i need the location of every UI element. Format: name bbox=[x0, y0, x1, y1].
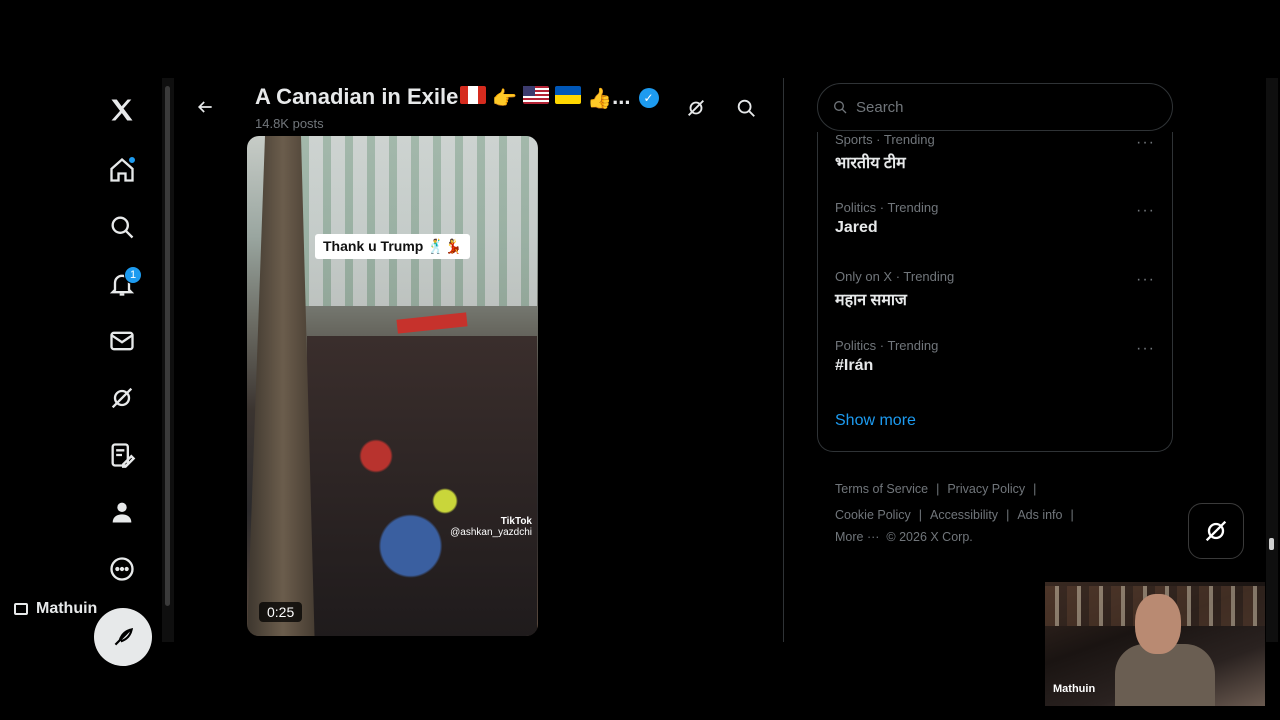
notifications-bell-icon[interactable]: 1 bbox=[94, 262, 150, 306]
usa-flag-icon bbox=[523, 85, 550, 104]
canada-flag-icon bbox=[460, 85, 487, 104]
trends-panel: Sports · Trending भारतीय टीम ··· Politic… bbox=[817, 132, 1173, 452]
grok-icon[interactable] bbox=[94, 376, 150, 420]
x-logo-icon[interactable] bbox=[94, 88, 150, 132]
trend-name: Jared bbox=[835, 219, 878, 236]
search-input[interactable] bbox=[856, 98, 1156, 116]
grok-icon bbox=[1205, 520, 1227, 542]
main-column: A Canadian in Exile 👉 👍... ✓ 14.8K posts Th… bbox=[174, 78, 784, 642]
show-more-link[interactable]: Show more bbox=[835, 412, 916, 430]
home-unread-dot bbox=[128, 156, 136, 164]
trend-item[interactable]: Only on X · Trending महान समाज ··· bbox=[835, 269, 1155, 329]
grok-icon bbox=[688, 100, 704, 116]
thumbs-up-icon: 👍 bbox=[587, 87, 613, 110]
video-duration: 0:25 bbox=[259, 602, 303, 622]
compose-post-button[interactable] bbox=[94, 608, 152, 666]
account-name: Mathuin bbox=[36, 600, 98, 617]
right-scrollbar[interactable] bbox=[1266, 78, 1278, 642]
accessibility-link[interactable]: Accessibility bbox=[930, 508, 998, 522]
lists-icon[interactable] bbox=[94, 433, 150, 477]
more-link[interactable]: More ··· bbox=[835, 530, 879, 544]
grok-floating-button[interactable] bbox=[1188, 503, 1244, 559]
trend-meta: Sports · Trending bbox=[835, 132, 935, 147]
video-caption: Thank u Trump 🕺💃 bbox=[315, 234, 471, 259]
trend-name: भारतीय टीम bbox=[835, 155, 906, 172]
back-button[interactable] bbox=[188, 90, 222, 124]
video-flag bbox=[396, 312, 468, 334]
messages-mail-icon[interactable] bbox=[94, 319, 150, 363]
profile-search-button[interactable] bbox=[730, 92, 762, 124]
trend-item[interactable]: Politics · Trending Jared ··· bbox=[835, 200, 1155, 260]
account-switcher[interactable]: Mathuin bbox=[14, 600, 97, 618]
webcam-person-head bbox=[1135, 594, 1181, 654]
more-dots-icon[interactable]: ··· bbox=[1136, 271, 1155, 289]
more-dots-icon[interactable]: ··· bbox=[1136, 202, 1155, 220]
pointing-hand-icon: 👉 bbox=[492, 87, 518, 110]
terms-link[interactable]: Terms of Service bbox=[835, 482, 928, 496]
webcam-person-body bbox=[1115, 644, 1215, 706]
grok-button[interactable] bbox=[680, 92, 712, 124]
profile-header: A Canadian in Exile 👉 👍... ✓ 14.8K posts bbox=[174, 78, 783, 136]
cookie-link[interactable]: Cookie Policy bbox=[835, 508, 911, 522]
more-options-icon[interactable] bbox=[94, 547, 150, 591]
post-count: 14.8K posts bbox=[255, 116, 324, 131]
ads-info-link[interactable]: Ads info bbox=[1017, 508, 1062, 522]
footer-links: Terms of Service | Privacy Policy | Cookie … bbox=[835, 482, 1074, 544]
webcam-label: Mathuin bbox=[1053, 683, 1096, 695]
page-title: A Canadian in Exile 👉 👍... ✓ bbox=[255, 84, 659, 111]
search-box[interactable] bbox=[817, 83, 1173, 131]
trend-name: #Irán bbox=[835, 357, 874, 374]
video-building bbox=[287, 136, 537, 306]
search-icon bbox=[834, 101, 847, 114]
more-dots-icon[interactable]: ··· bbox=[1136, 134, 1155, 152]
video-crowd bbox=[307, 336, 537, 636]
privacy-link[interactable]: Privacy Policy bbox=[947, 482, 1025, 496]
notifications-badge: 1 bbox=[124, 266, 142, 284]
webcam-overlay: Mathuin bbox=[1045, 582, 1265, 706]
ukraine-flag-icon bbox=[555, 85, 582, 104]
profile-name: A Canadian in Exile bbox=[255, 84, 459, 109]
trend-meta: Politics · Trending bbox=[835, 338, 939, 353]
home-icon[interactable] bbox=[94, 148, 150, 192]
copyright: © 2026 X Corp. bbox=[886, 530, 973, 544]
title-ellipsis: ... bbox=[612, 84, 631, 109]
trend-meta: Politics · Trending bbox=[835, 200, 939, 215]
trend-item[interactable]: Sports · Trending भारतीय टीम ··· bbox=[835, 132, 1155, 192]
trend-meta: Only on X · Trending bbox=[835, 269, 955, 284]
trend-name: महान समाज bbox=[835, 292, 907, 309]
explore-search-icon[interactable] bbox=[94, 205, 150, 249]
verified-badge-icon: ✓ bbox=[638, 88, 659, 109]
left-scrollbar[interactable] bbox=[162, 78, 174, 642]
search-icon bbox=[737, 99, 755, 117]
trend-item[interactable]: Politics · Trending #Irán ··· bbox=[835, 338, 1155, 398]
monitor-icon bbox=[14, 603, 28, 615]
feather-icon bbox=[114, 628, 134, 646]
profile-person-icon[interactable] bbox=[94, 490, 150, 534]
video-player[interactable]: Thank u Trump 🕺💃 TikTok @ashkan_yazdchi … bbox=[247, 136, 538, 636]
arrow-left-icon bbox=[197, 101, 212, 113]
tiktok-logo: TikTok bbox=[500, 516, 532, 527]
tiktok-handle: @ashkan_yazdchi bbox=[450, 527, 532, 538]
title-emojis: 👉 👍 bbox=[460, 85, 613, 111]
more-dots-icon[interactable]: ··· bbox=[1136, 340, 1155, 358]
tiktok-watermark: TikTok @ashkan_yazdchi bbox=[450, 516, 532, 538]
